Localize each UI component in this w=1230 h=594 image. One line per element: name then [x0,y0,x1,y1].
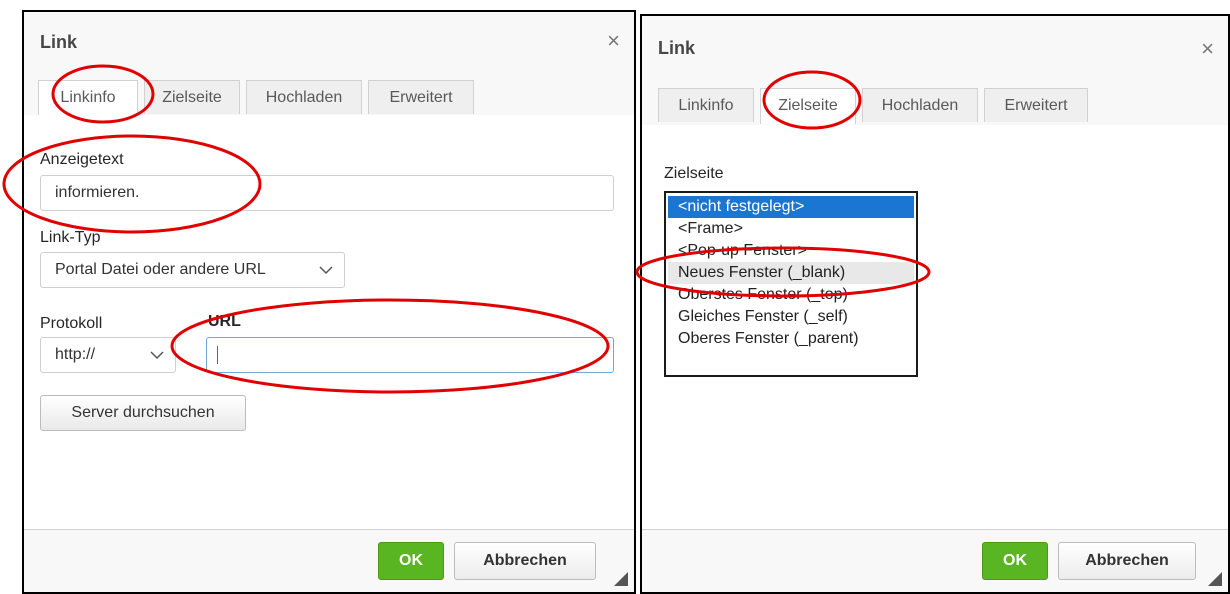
dialog-footer: OK Abbrechen [24,529,634,592]
resize-grip-icon[interactable] [1208,572,1222,586]
tab-zielseite[interactable]: Zielseite [760,88,856,124]
link-dialog-linkinfo: Link × Linkinfo Zielseite Hochladen Erwe… [22,10,636,594]
target-listbox[interactable]: <nicht festgelegt> <Frame> <Pop-up Fenst… [664,191,918,377]
tab-zielseite[interactable]: Zielseite [144,80,240,114]
target-option[interactable]: <nicht festgelegt> [668,196,914,218]
target-option[interactable]: Oberes Fenster (_parent) [668,328,914,350]
dialog-content: Zielseite <nicht festgelegt> <Frame> <Po… [642,125,1228,530]
display-text-input[interactable]: informieren. [40,175,614,211]
link-dialog-zielseite: Link × Linkinfo Zielseite Hochladen Erwe… [640,14,1230,594]
target-option[interactable]: Gleiches Fenster (_self) [668,306,914,328]
tab-strip: Linkinfo Zielseite Hochladen Erweitert [24,74,634,116]
close-icon[interactable]: × [1201,36,1214,62]
link-type-label: Link-Typ [40,229,101,246]
protocol-select[interactable]: http:// [40,337,176,373]
dialog-footer: OK Abbrechen [642,529,1228,592]
dialog-title: Link [658,38,696,58]
target-option[interactable]: Neues Fenster (_blank) [668,262,914,284]
cancel-button[interactable]: Abbrechen [1058,542,1196,580]
tab-erweitert[interactable]: Erweitert [368,80,474,114]
ok-button[interactable]: OK [982,542,1048,580]
resize-grip-icon[interactable] [614,572,628,586]
dialog-titlebar: Link × [24,12,634,75]
ok-button[interactable]: OK [378,542,444,580]
dialog-title: Link [40,32,78,52]
target-option[interactable]: <Frame> [668,218,914,240]
tab-linkinfo[interactable]: Linkinfo [658,88,754,122]
tab-hochladen[interactable]: Hochladen [862,88,978,122]
display-text-label: Anzeigetext [40,151,124,168]
text-caret [217,346,218,364]
link-type-value: Portal Datei oder andere URL [55,261,266,278]
chevron-down-icon [318,253,334,299]
cancel-button[interactable]: Abbrechen [454,542,596,580]
target-option[interactable]: Oberstes Fenster (_top) [668,284,914,306]
target-option[interactable]: <Pop-up Fenster> [668,240,914,262]
tab-erweitert[interactable]: Erweitert [984,88,1088,122]
protocol-label: Protokoll [40,315,103,332]
protocol-value: http:// [55,346,96,363]
target-label: Zielseite [664,165,724,182]
dialog-titlebar: Link × [642,16,1228,75]
close-icon[interactable]: × [607,28,620,54]
tab-linkinfo[interactable]: Linkinfo [38,80,138,116]
tab-strip: Linkinfo Zielseite Hochladen Erweitert [642,74,1228,126]
link-type-select[interactable]: Portal Datei oder andere URL [40,252,345,288]
chevron-down-icon [149,338,165,384]
url-label: URL [208,313,241,330]
url-input[interactable] [206,337,614,373]
tab-hochladen[interactable]: Hochladen [246,80,362,114]
browse-server-button[interactable]: Server durchsuchen [40,395,246,431]
dialog-content: Anzeigetext informieren. Link-Typ Portal… [24,115,634,530]
